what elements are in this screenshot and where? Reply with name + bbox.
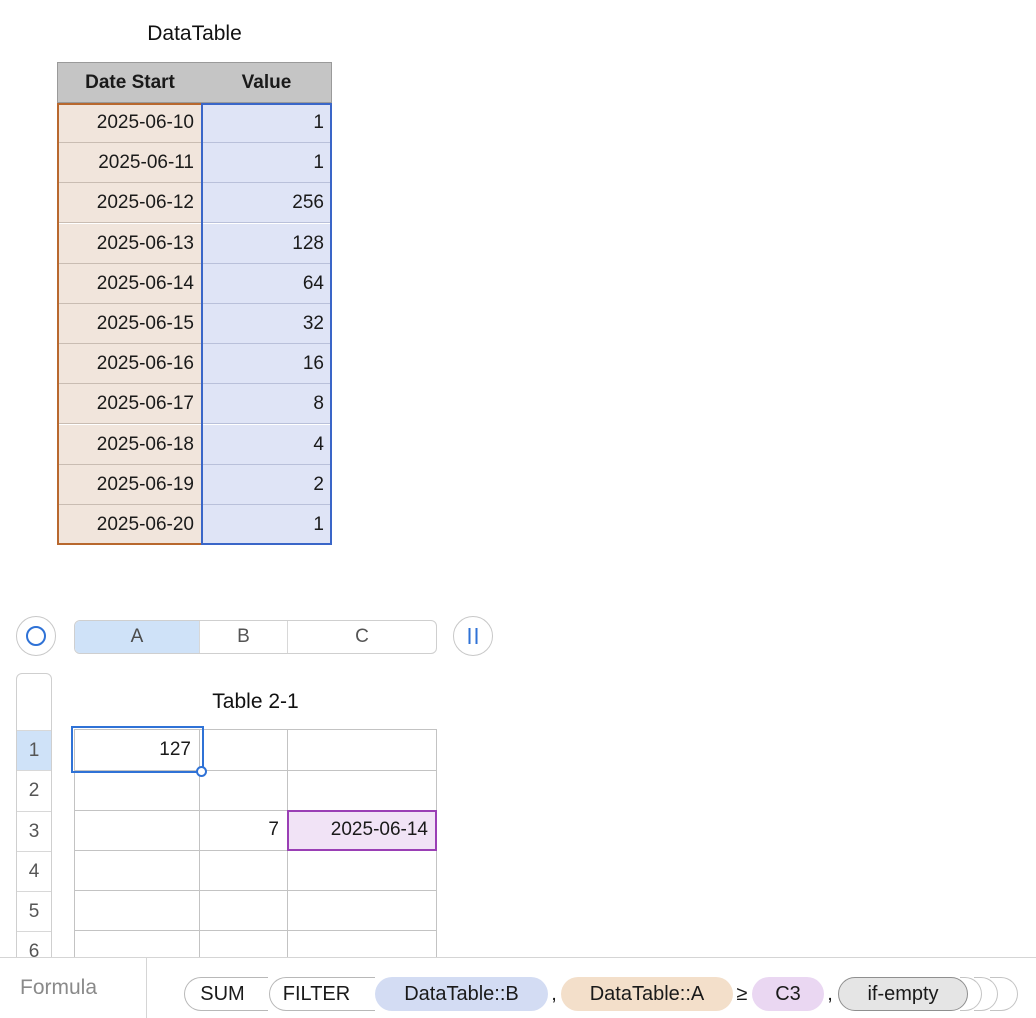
datatable-cell-date[interactable]: 2025-06-10 [57,103,202,143]
cell-c4[interactable] [287,850,437,891]
filter-function-token[interactable]: FILTER [269,977,375,1011]
datatable-cell-value[interactable]: 2 [202,465,332,505]
row-header-5[interactable]: 5 [17,891,51,931]
table-select-button[interactable] [16,616,56,656]
formula-bar: Formula SUM FILTER DataTable::B , DataTa… [0,957,1036,1018]
ref-token-datatable-a[interactable]: DataTable::A [561,977,733,1011]
formula-divider [146,958,147,1018]
row-header-bar: 1 2 3 4 5 6 [16,673,52,963]
fill-handle[interactable] [196,766,207,777]
datatable-cell-value[interactable]: 16 [202,344,332,384]
comma-separator: , [551,982,557,1005]
datatable-cell-value[interactable]: 64 [202,264,332,304]
datatable-cell-date[interactable]: 2025-06-12 [57,183,202,223]
ref-token-datatable-b[interactable]: DataTable::B [375,977,548,1011]
cell-b3[interactable]: 7 [199,810,288,851]
cell-a4[interactable] [74,850,200,891]
cell-b2[interactable] [199,770,288,811]
column-header-b[interactable]: B [200,621,288,653]
cell-c1[interactable] [287,729,437,771]
cell-a2[interactable] [74,770,200,811]
cell-b4[interactable] [199,850,288,891]
cell-b1[interactable] [199,729,288,771]
datatable-cell-value[interactable]: 1 [202,505,332,545]
cell-c5[interactable] [287,890,437,931]
datatable-cell-value[interactable]: 1 [202,103,332,143]
spreadsheet-canvas: DataTable Date Start Value 2025-06-10 1 20… [0,0,1036,1018]
row-header-4[interactable]: 4 [17,851,51,891]
datatable-cell-date[interactable]: 2025-06-17 [57,384,202,424]
datatable-header-value[interactable]: Value [202,62,332,103]
column-header-c[interactable]: C [288,621,436,653]
cell-c2[interactable] [287,770,437,811]
cell-a3[interactable] [74,810,200,851]
row-header-1[interactable]: 1 [17,730,51,770]
row-header-3[interactable]: 3 [17,811,51,851]
formula-label: Formula [20,976,98,999]
table-pause-button[interactable] [453,616,493,656]
datatable-cell-value[interactable]: 1 [202,143,332,183]
datatable-header-date-start[interactable]: Date Start [57,62,203,103]
datatable-cell-value[interactable]: 128 [202,224,332,264]
paren-closer [990,977,1018,1011]
datatable-cell-date[interactable]: 2025-06-18 [57,425,202,465]
cell-b5[interactable] [199,890,288,931]
cell-a5[interactable] [74,890,200,931]
column-header-a[interactable]: A [75,621,200,653]
cell-c3[interactable]: 2025-06-14 [287,810,437,851]
datatable-cell-date[interactable]: 2025-06-11 [57,143,202,183]
datatable-title: DataTable [147,22,242,45]
column-header-bar: A B C [74,620,437,654]
comma-separator: , [827,982,833,1005]
pause-bars-icon [468,628,478,644]
operator-gte: ≥ [736,982,748,1005]
datatable-cell-value[interactable]: 256 [202,183,332,223]
table2-grid: 127 7 2025-06-14 [74,729,437,969]
ref-token-c3[interactable]: C3 [752,977,824,1011]
table2-title: Table 2-1 [212,690,299,713]
cell-a1[interactable]: 127 [74,729,200,771]
sum-function-token[interactable]: SUM [184,977,268,1011]
row-header-2[interactable]: 2 [17,770,51,810]
datatable-cell-date[interactable]: 2025-06-20 [57,505,202,545]
datatable-cell-value[interactable]: 32 [202,304,332,344]
datatable-cell-value[interactable]: 8 [202,384,332,424]
datatable-cell-date[interactable]: 2025-06-14 [57,264,202,304]
datatable-cell-value[interactable]: 4 [202,425,332,465]
datatable-cell-date[interactable]: 2025-06-19 [57,465,202,505]
datatable-cell-date[interactable]: 2025-06-13 [57,224,202,264]
datatable-cell-date[interactable]: 2025-06-16 [57,344,202,384]
circle-icon [26,626,46,646]
if-empty-token[interactable]: if-empty [838,977,968,1011]
datatable-cell-date[interactable]: 2025-06-15 [57,304,202,344]
